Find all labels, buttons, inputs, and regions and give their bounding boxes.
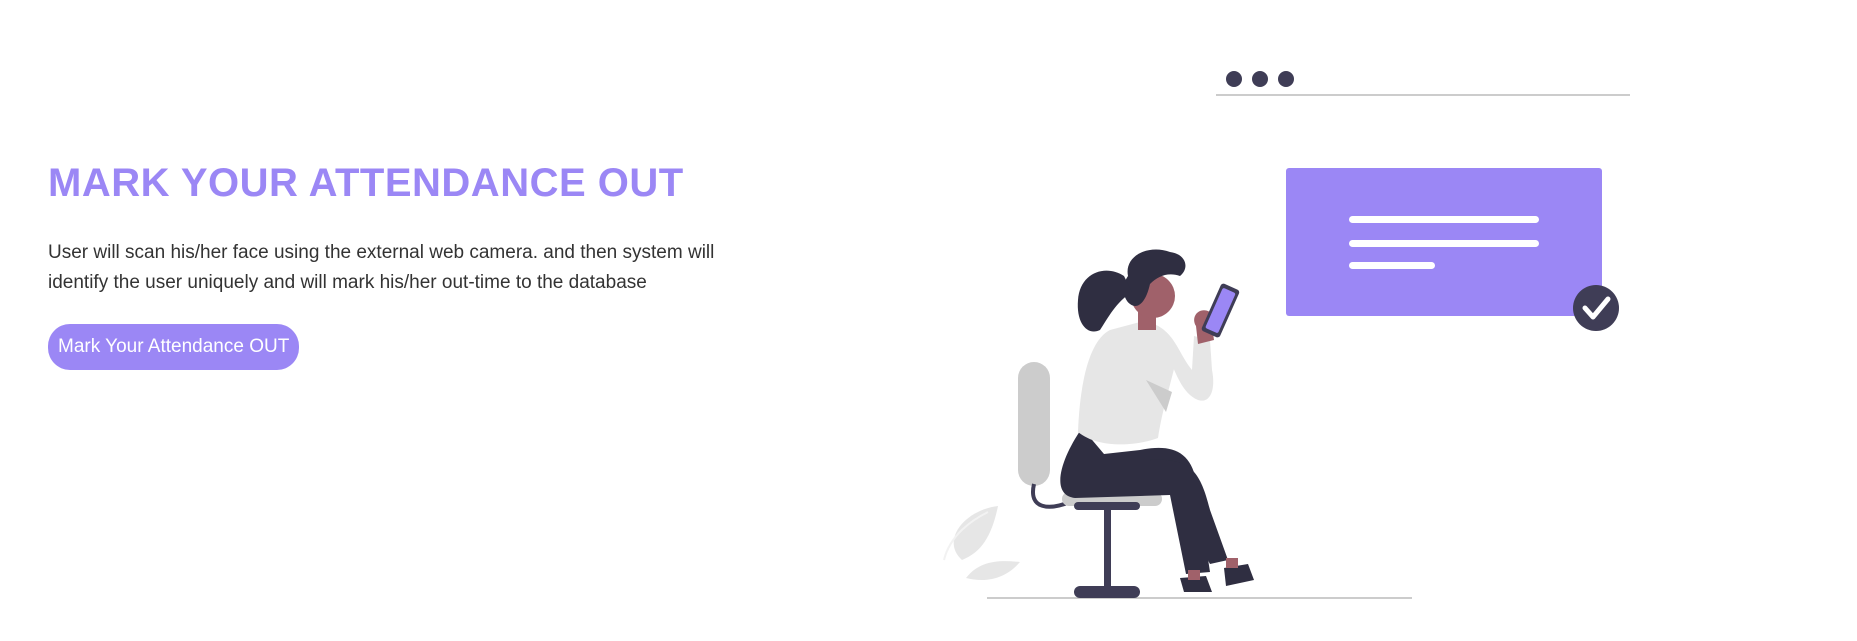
woman-with-phone-illustration: [943, 71, 1630, 599]
person: [1060, 249, 1254, 592]
message-card-icon: [1286, 168, 1602, 316]
page-title: MARK YOUR ATTENDANCE OUT: [48, 161, 684, 205]
hero-description: User will scan his/her face using the ex…: [48, 242, 715, 293]
check-circle-icon: [1573, 285, 1619, 331]
hero-section: MARK YOUR ATTENDANCE OUT User will scan …: [48, 160, 768, 370]
attendance-out-page: MARK YOUR ATTENDANCE OUT User will scan …: [0, 0, 1857, 641]
mark-attendance-out-button[interactable]: Mark Your Attendance OUT: [48, 324, 300, 370]
leaf-icon: [943, 506, 1020, 581]
window-dots-icon: [1216, 71, 1630, 96]
